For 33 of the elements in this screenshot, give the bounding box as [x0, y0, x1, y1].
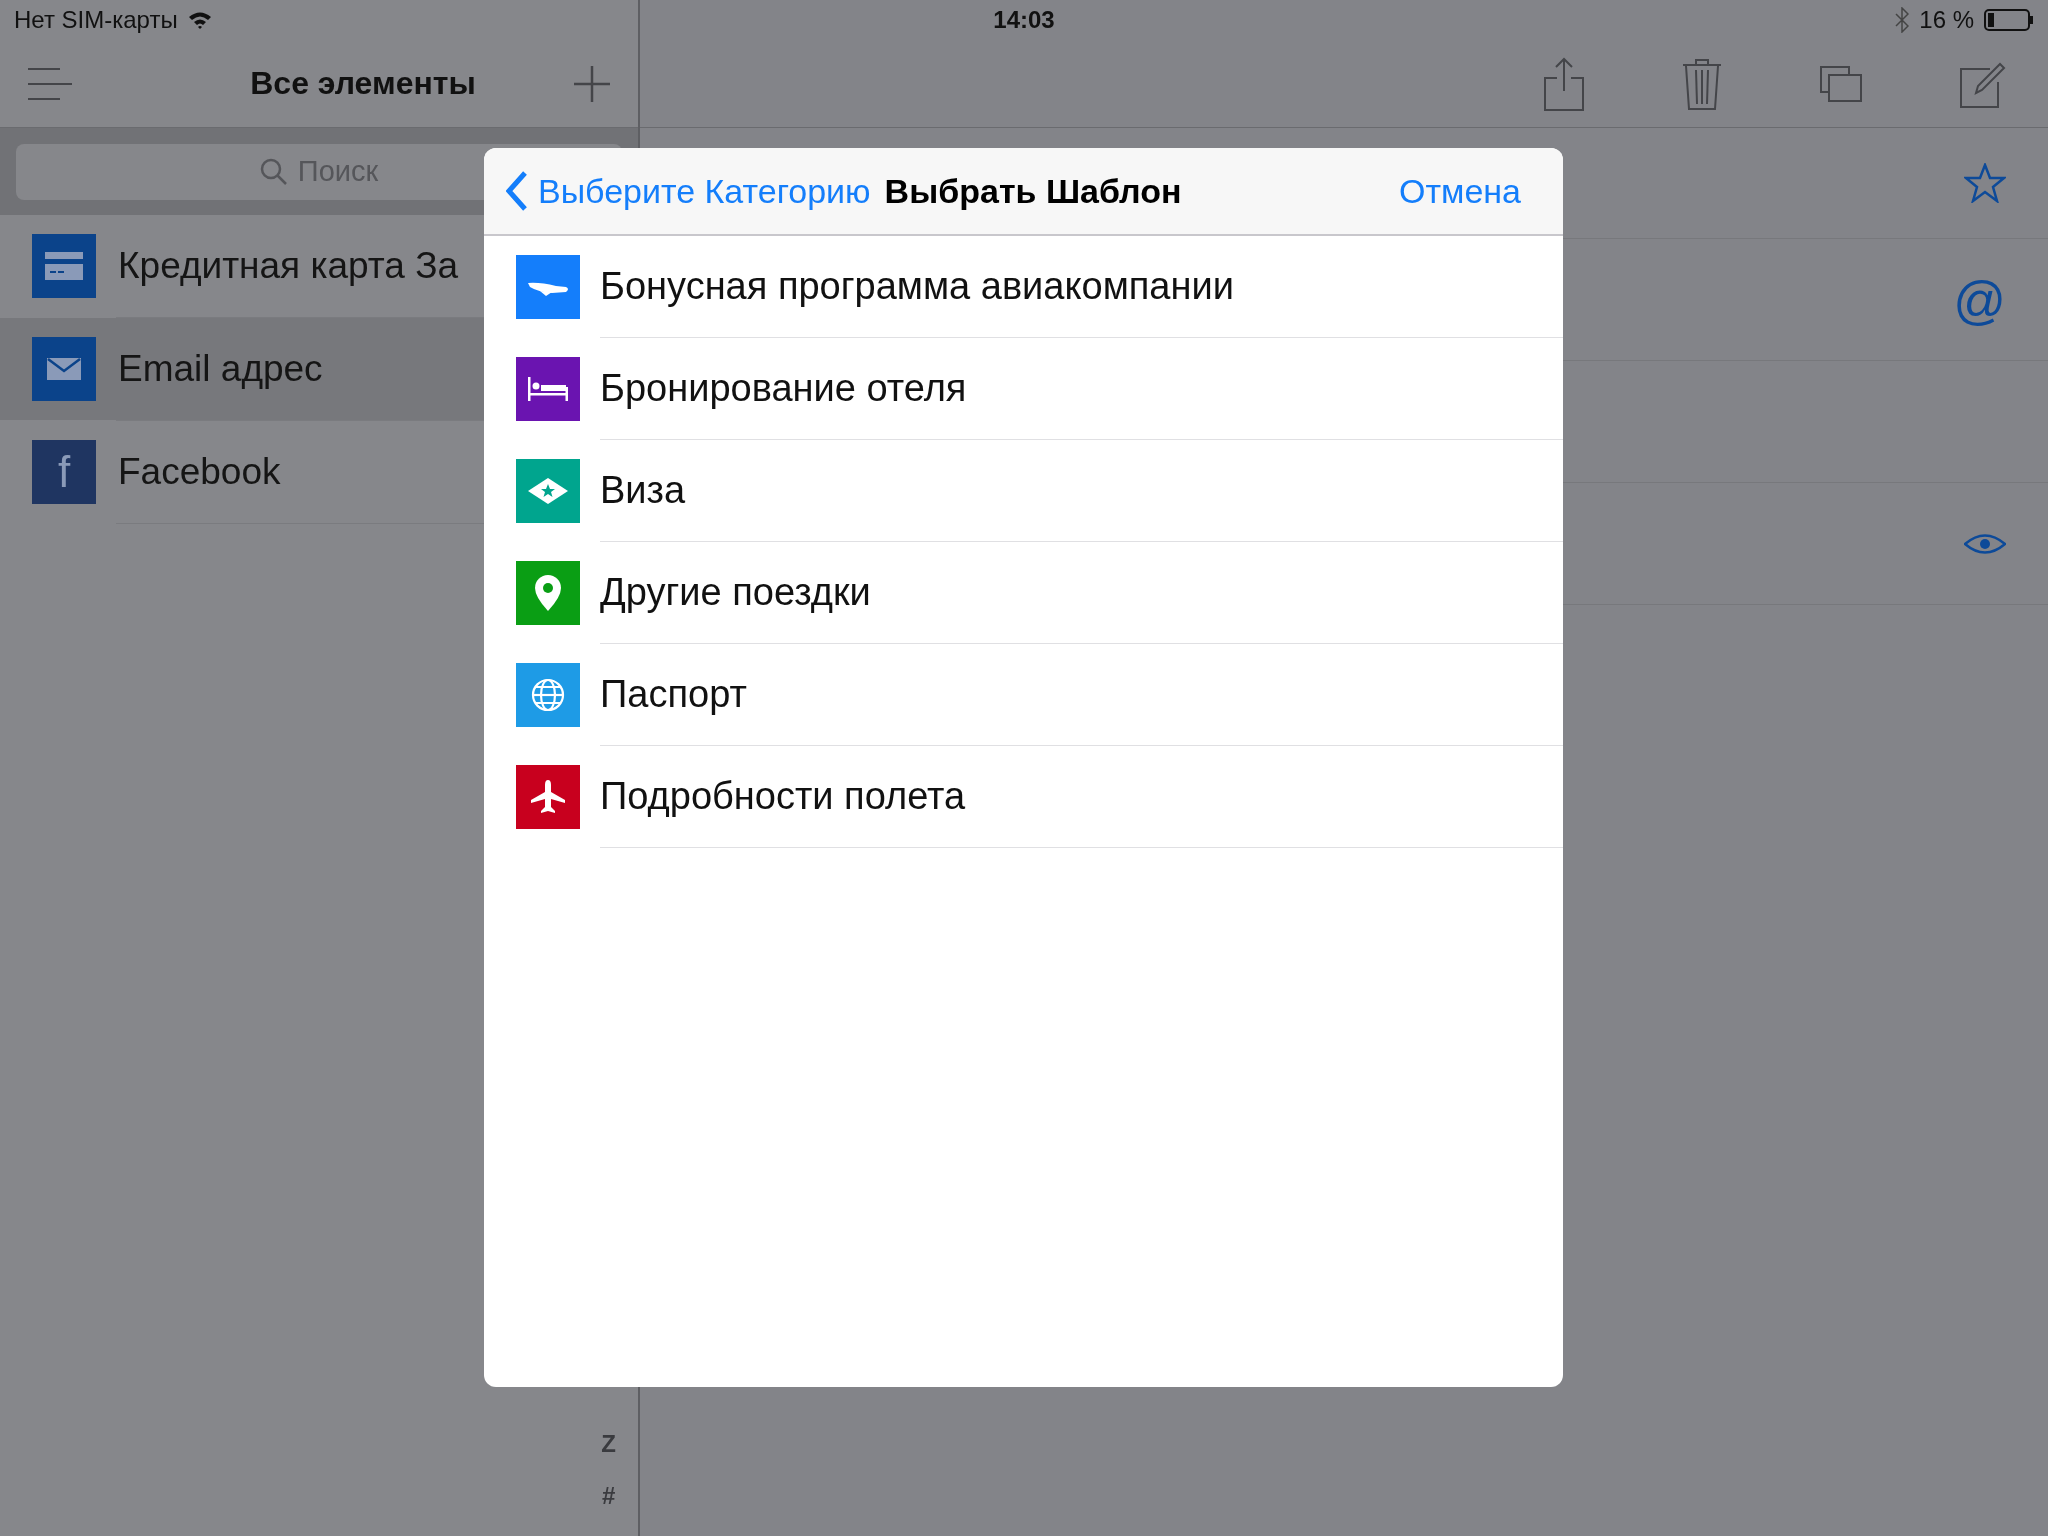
search-icon: [259, 157, 288, 186]
diamond-star-icon: [528, 477, 568, 504]
eye-icon[interactable]: [1964, 532, 2006, 555]
template-item[interactable]: Подробности полета: [484, 746, 1563, 847]
clock: 14:03: [993, 6, 1055, 34]
sidebar-title: Все элементы: [249, 65, 477, 102]
dialog-title: Выбрать Шаблон: [884, 171, 1183, 211]
template-item[interactable]: Виза: [484, 440, 1563, 541]
index-letter[interactable]: #: [602, 1482, 616, 1510]
bluetooth-icon: [1895, 7, 1910, 33]
facebook-icon: f: [32, 440, 96, 504]
bed-icon: [528, 376, 568, 401]
credit-card-icon: [32, 234, 96, 298]
chevron-left-icon: [506, 171, 528, 211]
template-item[interactable]: Другие поездки: [484, 542, 1563, 643]
location-pin-icon: [535, 574, 561, 611]
cancel-button[interactable]: Отмена: [1399, 171, 1521, 211]
template-item[interactable]: Паспорт: [484, 644, 1563, 745]
airplane-icon: [530, 778, 566, 815]
wifi-icon: [187, 11, 212, 29]
globe-icon: [531, 677, 565, 712]
index-letter[interactable]: Z: [601, 1430, 616, 1458]
email-symbol: @: [1953, 269, 2006, 330]
battery-percentage: 16 %: [1919, 6, 1974, 34]
carrier-label: Нет SIM-карты: [14, 6, 178, 34]
envelope-icon: [32, 337, 96, 401]
delete-button[interactable]: [1682, 57, 1722, 110]
share-button[interactable]: [1544, 56, 1584, 111]
add-button[interactable]: [574, 65, 610, 102]
duplicate-button[interactable]: [1820, 65, 1862, 102]
star-icon[interactable]: [1964, 163, 2006, 203]
menu-button[interactable]: [28, 66, 72, 101]
battery-icon: [1984, 9, 2034, 31]
